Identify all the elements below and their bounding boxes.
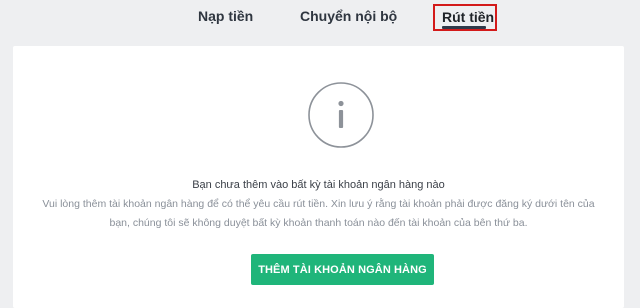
empty-state-description-line-2: bạn, chúng tôi sẽ không duyệt bất kỳ kho… bbox=[109, 217, 528, 229]
active-tab-underline bbox=[442, 26, 486, 29]
tab-deposit[interactable]: Nạp tiền bbox=[198, 8, 253, 24]
tab-bar: Nạp tiền Chuyển nội bộ Rút tiền bbox=[0, 0, 640, 40]
withdraw-card: Bạn chưa thêm vào bất kỳ tài khoản ngân … bbox=[13, 46, 624, 308]
empty-state-heading: Bạn chưa thêm vào bất kỳ tài khoản ngân … bbox=[192, 179, 445, 191]
empty-state-description-line-1: Vui lòng thêm tài khoản ngân hàng để có … bbox=[42, 198, 595, 210]
tab-internal-transfer[interactable]: Chuyển nội bộ bbox=[300, 8, 397, 24]
tab-withdraw[interactable]: Rút tiền bbox=[442, 9, 494, 25]
info-icon bbox=[308, 82, 374, 148]
add-bank-account-button[interactable]: THÊM TÀI KHOẢN NGÂN HÀNG bbox=[251, 254, 434, 285]
tab-withdraw-highlight: Rút tiền bbox=[433, 4, 497, 31]
